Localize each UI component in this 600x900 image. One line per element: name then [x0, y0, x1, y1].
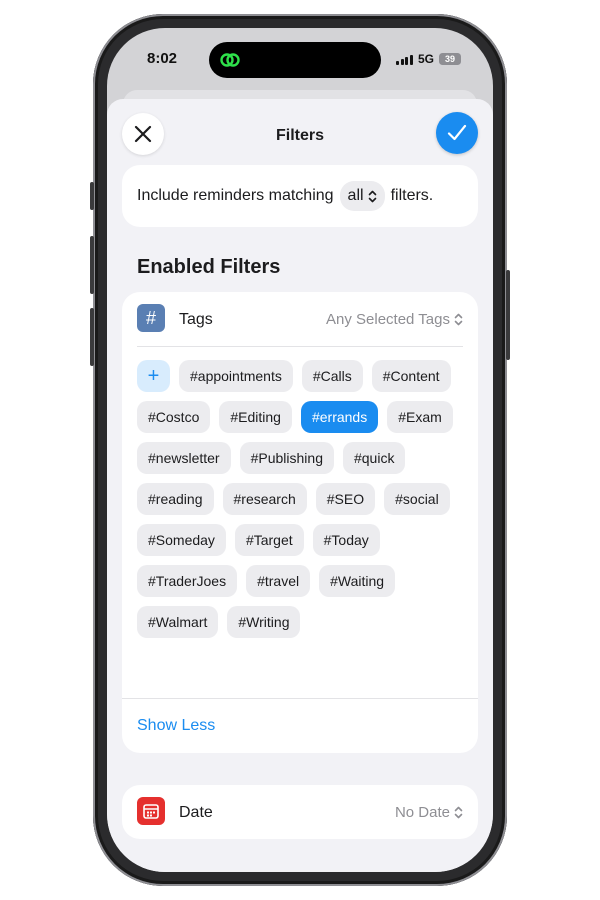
tag-chip[interactable]: #Waiting [319, 565, 396, 597]
tag-chip[interactable]: #Target [234, 524, 304, 556]
date-filter-picker[interactable]: No Date [395, 804, 463, 821]
tag-chip[interactable]: #SEO [315, 483, 376, 515]
date-filter-row[interactable]: Date No Date [137, 785, 463, 839]
show-less-button[interactable]: Show Less [137, 717, 215, 735]
show-less-row: Show Less [122, 698, 478, 753]
chevron-up-down-icon [368, 190, 376, 202]
calendar-icon [137, 797, 165, 825]
tag-chip[interactable]: #Publishing [239, 442, 334, 474]
page-title: Filters [275, 127, 324, 144]
tag-chip[interactable]: #Exam [387, 401, 453, 433]
tags-filter-row[interactable]: # Tags Any Selected Tags [137, 292, 463, 347]
plus-icon: + [147, 364, 160, 387]
match-mode-card: Include reminders matching all filters. [122, 165, 478, 227]
tag-chip[interactable]: #research [222, 483, 307, 515]
match-suffix: filters. [390, 187, 434, 204]
tags-filter-label: Tags [179, 311, 213, 328]
battery-icon: 39 [439, 53, 461, 65]
tags-filter-card: # Tags Any Selected Tags + #appointments… [122, 292, 478, 753]
tag-chip[interactable]: #Writing [227, 606, 301, 638]
signal-icon [396, 54, 413, 65]
tag-chip[interactable]: #Walmart [137, 606, 219, 638]
tag-chip[interactable]: #quick [342, 442, 406, 474]
match-mode-picker[interactable]: all [339, 181, 385, 211]
tag-chip[interactable]: #newsletter [137, 442, 231, 474]
chevron-up-down-icon [454, 313, 463, 326]
mute-switch [90, 182, 94, 210]
tag-chip[interactable]: #Someday [137, 524, 226, 556]
date-filter-value: No Date [394, 804, 450, 821]
done-button[interactable] [436, 112, 478, 154]
status-indicators: 5G 39 [396, 52, 461, 66]
hashtag-glyph: # [145, 307, 156, 328]
checkmark-icon [447, 124, 467, 141]
match-mode-value: all [347, 187, 364, 204]
tags-list: + #appointments #Calls #Content #Costco #Edi… [137, 360, 467, 638]
tag-chip[interactable]: #social [384, 483, 450, 515]
volume-up-button [90, 236, 94, 294]
chevron-up-down-icon [454, 806, 463, 819]
dynamic-island [209, 42, 381, 78]
power-button [506, 270, 510, 360]
filters-sheet: Filters Include reminders matching all f… [107, 99, 493, 872]
screen: 8:02 5G 39 Filters Include reminders mat… [107, 28, 493, 872]
tag-chip[interactable]: #Calls [301, 360, 363, 392]
network-type: 5G [417, 52, 434, 66]
tag-chip[interactable]: #errands [300, 401, 379, 433]
match-prefix: Include reminders matching [137, 187, 334, 204]
link-app-icon [220, 53, 240, 67]
tag-chip[interactable]: #appointments [179, 360, 293, 392]
tag-chip[interactable]: #Content [371, 360, 451, 392]
status-time: 8:02 [147, 50, 178, 67]
battery-level: 39 [444, 54, 455, 64]
volume-down-button [90, 308, 94, 366]
calendar-glyph [143, 804, 159, 819]
date-filter-label: Date [179, 804, 213, 821]
tag-chip[interactable]: #Costco [137, 401, 211, 433]
tag-chip[interactable]: #reading [137, 483, 214, 515]
hashtag-icon: # [137, 304, 165, 332]
tag-chip[interactable]: #Today [312, 524, 380, 556]
add-tag-button[interactable]: + [137, 360, 170, 392]
tags-filter-value: Any Selected Tags [326, 311, 450, 328]
tags-filter-picker[interactable]: Any Selected Tags [326, 311, 463, 328]
date-filter-card: Date No Date [122, 785, 478, 839]
tag-chip[interactable]: #TraderJoes [137, 565, 238, 597]
tag-chip[interactable]: #travel [246, 565, 311, 597]
tag-chip[interactable]: #Editing [219, 401, 292, 433]
enabled-filters-heading: Enabled Filters [137, 256, 281, 278]
